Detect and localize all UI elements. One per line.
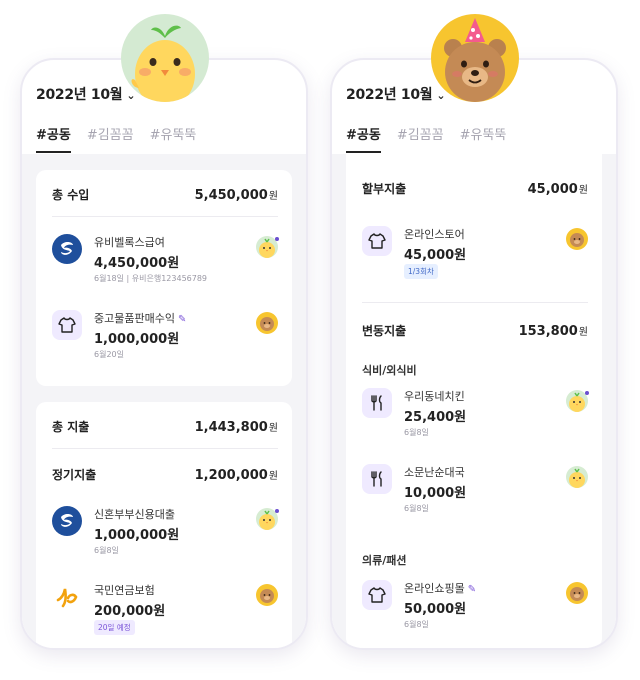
- list-item[interactable]: 소문난순대국 10,000원 6월8일: [362, 464, 588, 524]
- shirt-icon: [362, 580, 392, 610]
- divider: [52, 216, 278, 217]
- expense-total-row: 총 지출 1,443,800원: [52, 420, 278, 435]
- income-total: 5,450,000: [194, 188, 268, 203]
- owner-tabs: #공동 #김꼼꼼 #유뚝뚝: [346, 124, 506, 153]
- right-phone-screen: 2022년 10월 ⌄ #공동 #김꼼꼼 #유뚝뚝 할부지출 45,000원 온라…: [330, 58, 618, 650]
- item-name: 유비벨록스급여: [94, 236, 165, 249]
- owner-tabs: #공동 #김꼼꼼 #유뚝뚝: [36, 124, 196, 153]
- item-meta: 6월8일: [404, 504, 429, 513]
- tab-shared[interactable]: #공동: [346, 124, 381, 153]
- expense-label: 총 지출: [52, 420, 90, 434]
- fork-knife-icon: [362, 388, 392, 418]
- chevron-down-icon[interactable]: ⌄: [126, 89, 135, 102]
- tab-yu[interactable]: #유뚝뚝: [150, 124, 197, 153]
- list-item[interactable]: 국민연금보험 200,000원 20일 예정: [52, 582, 278, 642]
- food-category-label: 식비/외식비: [362, 364, 417, 377]
- installment-total: 45,000: [527, 182, 578, 197]
- divider: [362, 302, 588, 303]
- bear-avatar[interactable]: [431, 14, 519, 102]
- fork-knife-icon: [362, 464, 392, 494]
- item-amount: 1,000,000원: [94, 332, 180, 347]
- bank-logo-icon: [52, 234, 82, 264]
- pencil-icon[interactable]: ✎: [178, 314, 186, 325]
- owner-avatar-bear: [566, 228, 588, 250]
- pencil-icon[interactable]: ✎: [468, 584, 476, 595]
- chick-avatar[interactable]: [121, 14, 209, 102]
- installment-label: 할부지출: [362, 182, 407, 196]
- item-meta: 6월8일: [404, 620, 429, 629]
- owner-avatar-chick: [256, 508, 279, 530]
- item-name: 국민연금보험: [94, 584, 155, 597]
- tab-shared[interactable]: #공동: [36, 124, 71, 153]
- list-item[interactable]: 신혼부부신용대출 1,000,000원 6월8일: [52, 506, 279, 566]
- owner-avatar-bear: [256, 584, 278, 606]
- month-selector[interactable]: 2022년 10월 ⌄: [36, 84, 136, 104]
- item-name: 중고물품판매수익: [94, 312, 175, 325]
- variable-expense-total: 153,800: [518, 324, 578, 339]
- item-amount: 4,450,000원: [94, 256, 180, 271]
- item-meta: 6월8일: [94, 546, 119, 555]
- owner-avatar-bear: [256, 312, 278, 334]
- item-meta: 6월18일 | 유비은행123456789: [94, 274, 208, 283]
- ledger-content: 할부지출 45,000원 온라인스토어 45,000원 1/3회차 변동지출 1…: [332, 154, 616, 648]
- list-item[interactable]: 온라인쇼핑몰 ✎ 50,000원 6월8일: [362, 580, 588, 640]
- tab-kim[interactable]: #김꼼꼼: [87, 124, 134, 153]
- clothes-category-label: 의류/패션: [362, 554, 407, 567]
- regular-expense-row: 정기지출 1,200,000원: [52, 468, 278, 483]
- list-item[interactable]: 온라인스토어 45,000원 1/3회차: [362, 226, 588, 286]
- tab-kim[interactable]: #김꼼꼼: [397, 124, 444, 153]
- shirt-icon: [52, 310, 82, 340]
- item-name: 온라인쇼핑몰: [404, 582, 465, 595]
- installment-row: 할부지출 45,000원: [362, 182, 588, 197]
- installment-badge: 1/3회차: [404, 264, 438, 279]
- variable-expense-label: 변동지출: [362, 324, 407, 338]
- income-label: 총 수입: [52, 188, 90, 202]
- chevron-down-icon[interactable]: ⌄: [436, 89, 445, 102]
- schedule-badge: 20일 예정: [94, 620, 135, 635]
- ledger-content: 총 수입 5,450,000원 유비벨록스급여 4,450,000원 6월18일…: [22, 154, 306, 648]
- expense-total: 1,443,800: [194, 420, 268, 435]
- item-amount: 25,400원: [404, 410, 467, 425]
- pension-logo-icon: [52, 582, 82, 612]
- item-amount: 50,000원: [404, 602, 467, 617]
- item-name: 우리동네치킨: [404, 390, 465, 403]
- list-item[interactable]: 유비벨록스급여 4,450,000원 6월18일 | 유비은행123456789: [52, 234, 279, 294]
- owner-avatar-chick: [256, 236, 279, 258]
- left-phone-screen: 2022년 10월 ⌄ #공동 #김꼼꼼 #유뚝뚝 총 수입 5,450,000원…: [20, 58, 308, 650]
- owner-avatar-chick: [566, 466, 588, 488]
- income-total-row: 총 수입 5,450,000원: [52, 188, 278, 203]
- item-meta: 6월8일: [404, 428, 429, 437]
- owner-avatar-chick: [566, 390, 589, 412]
- list-item[interactable]: 중고물품판매수익 ✎ 1,000,000원 6월20일: [52, 310, 278, 370]
- item-name: 온라인스토어: [404, 228, 465, 241]
- income-card: 총 수입 5,450,000원 유비벨록스급여 4,450,000원 6월18일…: [36, 170, 292, 386]
- variable-expense-row: 변동지출 153,800원: [362, 324, 588, 339]
- owner-avatar-bear: [566, 582, 588, 604]
- bank-logo-icon: [52, 506, 82, 536]
- item-amount: 1,000,000원: [94, 528, 180, 543]
- item-amount: 200,000원: [94, 604, 166, 619]
- shirt-icon: [362, 226, 392, 256]
- list-item[interactable]: 우리동네치킨 25,400원 6월8일: [362, 388, 589, 448]
- item-amount: 45,000원: [404, 248, 467, 263]
- regular-expense-total: 1,200,000: [194, 468, 268, 483]
- item-name: 소문난순대국: [404, 466, 465, 479]
- month-selector[interactable]: 2022년 10월 ⌄: [346, 84, 446, 104]
- tab-yu[interactable]: #유뚝뚝: [460, 124, 507, 153]
- item-meta: 6월20일: [94, 350, 124, 359]
- regular-expense-label: 정기지출: [52, 468, 97, 482]
- item-amount: 10,000원: [404, 486, 467, 501]
- expense-card: 총 지출 1,443,800원 정기지출 1,200,000원 신혼부부신용대출…: [36, 402, 292, 648]
- expense-detail-card: 할부지출 45,000원 온라인스토어 45,000원 1/3회차 변동지출 1…: [346, 154, 602, 648]
- divider: [52, 448, 278, 449]
- item-name: 신혼부부신용대출: [94, 508, 175, 521]
